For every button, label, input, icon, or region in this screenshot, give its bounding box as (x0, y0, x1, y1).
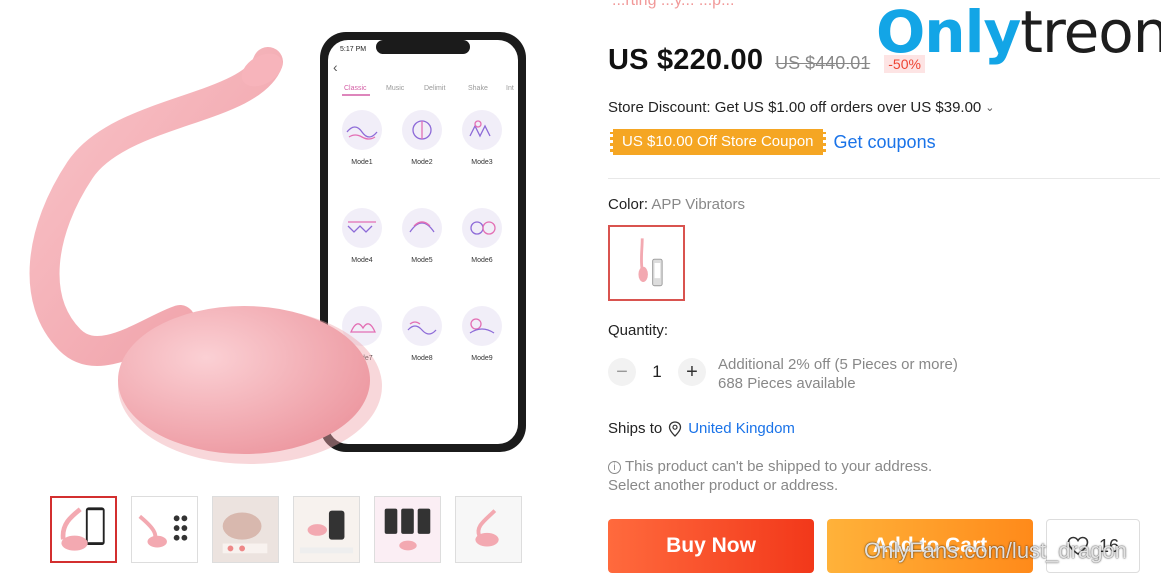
main-product-image: 5:17 PM ‹ Classic Music Delimit Shake In… (0, 0, 560, 490)
mode-label: Mode5 (411, 257, 433, 264)
quantity-label: Quantity: (608, 322, 669, 339)
ships-to-label: Ships to (608, 420, 663, 437)
shipping-notice: i This product can't be shipped to your a… (608, 457, 932, 495)
ships-to: Ships to United Kingdom (608, 420, 795, 437)
store-discount[interactable]: Store Discount: Get US $1.00 off orders … (608, 99, 994, 116)
thumbnail-strip (50, 496, 522, 563)
watermark-footer: OnlyFans.com/lust_dragon (864, 538, 1127, 563)
notice-line-2: Select another product or address. (608, 477, 839, 494)
mode-label: Mode8 (411, 355, 433, 362)
phone-tab-delimit: Delimit (424, 85, 445, 92)
phone-time: 5:17 PM (340, 46, 366, 53)
quantity-stepper: − 1 + (608, 358, 706, 386)
mode-label: Mode6 (471, 257, 493, 264)
phone-tab-shake: Shake (468, 85, 488, 92)
store-coupon-badge[interactable]: US $10.00 Off Store Coupon (610, 129, 826, 155)
mode-label: Mode9 (471, 355, 493, 362)
thumbnail[interactable] (50, 496, 117, 563)
thumbnail[interactable] (212, 496, 279, 563)
phone-tab-classic: Classic (344, 85, 367, 92)
thumbnail[interactable] (374, 496, 441, 563)
mode-label: Mode2 (411, 159, 433, 166)
truncated-title: ...rting ...y... ...p... (612, 0, 735, 9)
mode-label: Mode3 (471, 159, 493, 166)
chevron-down-icon[interactable]: ⌄ (985, 101, 994, 114)
ship-country-link[interactable]: United Kingdom (688, 420, 795, 437)
thumbnail[interactable] (455, 496, 522, 563)
bulk-discount-text: Additional 2% off (5 Pieces or more) (718, 356, 958, 373)
color-swatch-selected[interactable] (608, 225, 685, 301)
thumbnail[interactable] (293, 496, 360, 563)
quantity-minus-button[interactable]: − (608, 358, 636, 386)
mode-label: Mode1 (351, 159, 373, 166)
onlytreon-logo: Onlytreon (876, 0, 1161, 66)
mode-label: Mode4 (351, 257, 373, 264)
location-pin-icon (669, 420, 682, 437)
thumbnail[interactable] (131, 496, 198, 563)
current-price: US $220.00 (608, 44, 764, 76)
notice-line-1: This product can't be shipped to your ad… (625, 458, 933, 475)
quantity-plus-button[interactable]: + (678, 358, 706, 386)
phone-tab-music: Music (386, 85, 405, 92)
get-coupons-link[interactable]: Get coupons (834, 132, 936, 153)
color-value: APP Vibrators (651, 196, 746, 213)
store-discount-text: Store Discount: Get US $1.00 off orders … (608, 99, 982, 116)
coupon-row: US $10.00 Off Store Coupon Get coupons (610, 129, 936, 155)
original-price: US $440.01 (775, 53, 871, 73)
quantity-value[interactable]: 1 (636, 362, 678, 382)
buy-now-button[interactable]: Buy Now (608, 519, 814, 573)
stock-available-text: 688 Pieces available (718, 375, 856, 392)
quantity-info: Additional 2% off (5 Pieces or more) 688… (718, 355, 958, 393)
phone-tab-int: Int (506, 85, 514, 92)
info-icon: i (608, 461, 621, 474)
color-label: Color: APP Vibrators (608, 196, 746, 213)
svg-text:‹: ‹ (333, 59, 338, 75)
divider (608, 178, 1160, 179)
